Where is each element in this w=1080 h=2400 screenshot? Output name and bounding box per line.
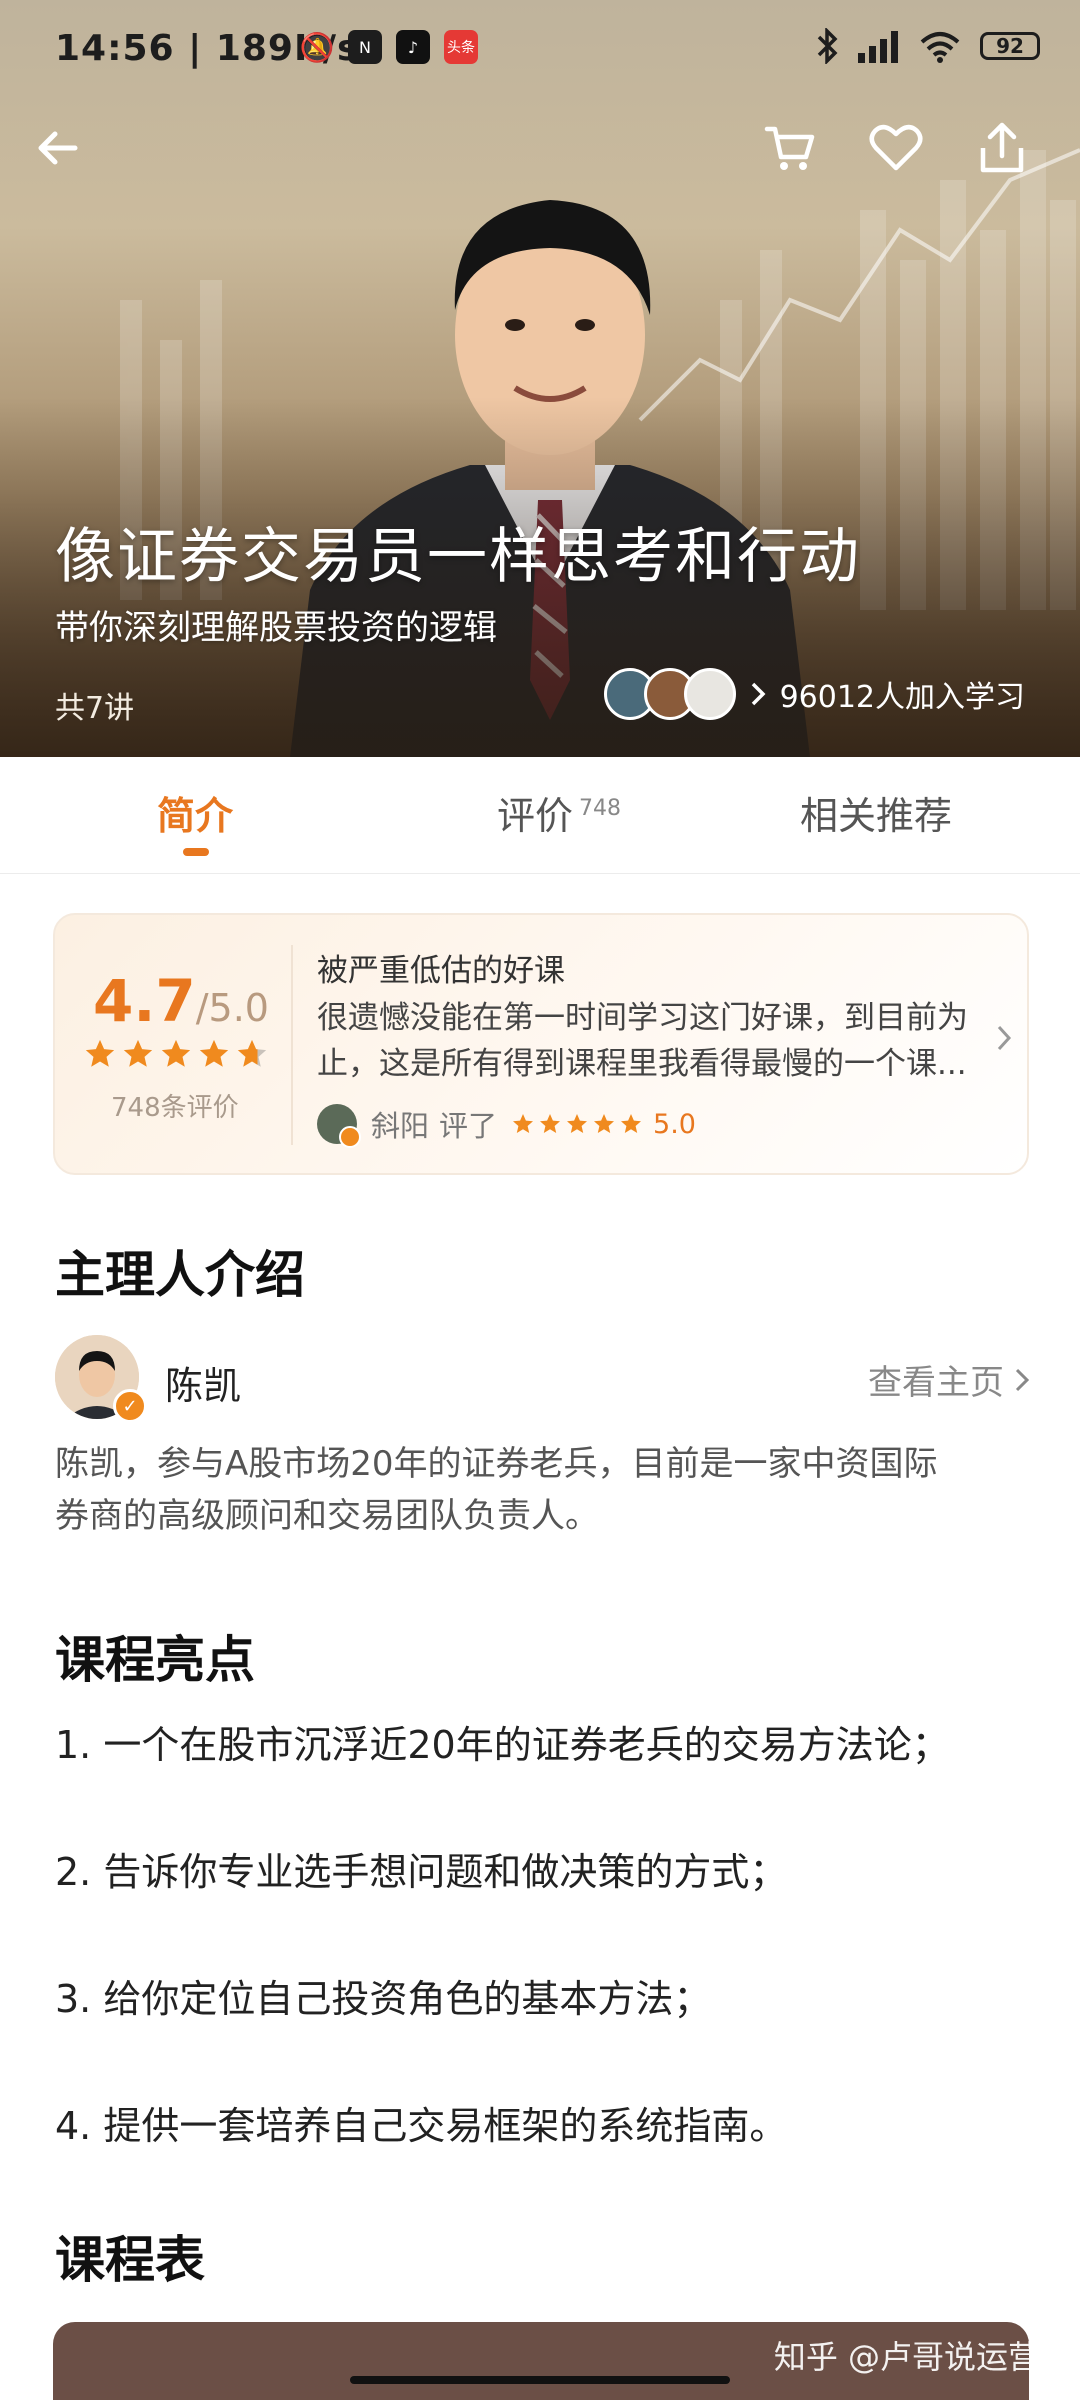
status-bar: 14:56 | 189K/s 🔕 N ♪ 头条 92 — [0, 0, 1080, 100]
highlight-item: 3. 给你定位自己投资角色的基本方法； — [55, 1977, 712, 2021]
review-text: 很遗憾没能在第一时间学习这门好课，到目前为 止，这是所有得到课程里我看得最慢的一… — [317, 995, 977, 1087]
reviewer-stars — [511, 1112, 643, 1136]
tab-reviews[interactable]: 评价 748 — [497, 785, 621, 840]
course-title: 像证券交易员一样思考和行动 — [55, 522, 861, 592]
schedule-section-title: 课程表 — [55, 2231, 205, 2289]
course-hero: 14:56 | 189K/s 🔕 N ♪ 头条 92 像证券交易员一样思考和行动… — [0, 0, 1080, 757]
review-line: 止，这是所有得到课程里我看得最慢的一个课... — [317, 1046, 967, 1082]
highlight-item: 2. 告诉你专业选手想问题和做决策的方式； — [55, 1850, 788, 1894]
highlight-item: 1. 一个在股市沉浮近20年的证券老兵的交易方法论； — [55, 1723, 950, 1767]
nfc-icon: N — [348, 30, 382, 64]
star-icon — [85, 1039, 115, 1067]
home-indicator[interactable] — [350, 2376, 730, 2384]
review-title: 被严重低估的好课 — [317, 953, 565, 989]
star-icon — [237, 1039, 267, 1067]
wifi-icon — [920, 32, 960, 63]
tab-intro[interactable]: 简介 — [157, 785, 233, 840]
host-section-title: 主理人介绍 — [55, 1246, 305, 1304]
cart-icon — [764, 126, 815, 170]
reviewer-name: 斜阳 — [371, 1109, 430, 1143]
learner-count: 96012人加入学习 — [779, 680, 1025, 715]
battery-icon: 92 — [980, 32, 1040, 60]
star-icon — [594, 1114, 615, 1133]
status-system-icons: 92 — [816, 28, 1040, 64]
cart-button[interactable] — [760, 118, 820, 178]
review-line: 很遗憾没能在第一时间学习这门好课，到目前为 — [317, 1000, 968, 1036]
star-icon — [567, 1114, 588, 1133]
learners-row[interactable]: 96012人加入学习 — [603, 668, 1025, 720]
host-intro-line: 陈凯，参与A股市场20年的证券老兵，目前是一家中资国际 — [55, 1444, 938, 1484]
learner-avatar — [683, 668, 736, 720]
reviewer-action: 评了 — [439, 1109, 498, 1143]
share-button[interactable] — [972, 118, 1032, 178]
host-name[interactable]: 陈凯 — [165, 1355, 241, 1410]
learner-avatars — [603, 668, 736, 720]
host-row: ✓ 陈凯 查看主页 — [55, 1335, 1030, 1423]
toutiao-icon: 头条 — [444, 30, 478, 64]
signal-icon — [858, 31, 898, 63]
reviewer-score: 5.0 — [653, 1108, 696, 1140]
status-notification-icons: 🔕 N ♪ 头条 — [300, 30, 478, 64]
host-intro: 陈凯，参与A股市场20年的证券老兵，目前是一家中资国际 券商的高级顾问和交易团队… — [55, 1438, 1035, 1542]
view-homepage-link[interactable]: 查看主页 — [868, 1355, 1030, 1404]
star-icon — [123, 1039, 153, 1067]
mute-icon: 🔕 — [299, 30, 335, 64]
star-icon — [199, 1039, 229, 1067]
active-tab-indicator — [183, 848, 209, 856]
rating-count: 748条评价 — [111, 1093, 239, 1123]
star-icon — [621, 1114, 642, 1133]
lecture-count: 共7讲 — [55, 691, 135, 726]
highlights-section-title: 课程亮点 — [55, 1631, 255, 1689]
bluetooth-icon — [817, 28, 838, 64]
heart-icon — [869, 124, 923, 171]
host-intro-line: 券商的高级顾问和交易团队负责人。 — [55, 1496, 599, 1536]
highlight-item: 4. 提供一套培养自己交易框架的系统指南。 — [55, 2104, 788, 2148]
rating-score: 4.7/5.0 — [93, 967, 269, 1035]
star-icon — [161, 1039, 191, 1067]
rating-stars — [83, 1037, 269, 1071]
reviewer-avatar — [317, 1104, 361, 1148]
chevron-right-icon — [751, 682, 766, 706]
course-subtitle: 带你深刻理解股票投资的逻辑 — [55, 608, 497, 648]
tab-recommend[interactable]: 相关推荐 — [800, 785, 952, 840]
tab-reviews-count: 748 — [579, 796, 622, 822]
chevron-right-icon — [997, 1025, 1012, 1051]
star-icon — [540, 1114, 561, 1133]
tiktok-icon: ♪ — [396, 30, 430, 64]
back-arrow-icon — [38, 131, 78, 165]
star-icon — [513, 1114, 534, 1133]
rating-card[interactable]: 4.7/5.0 748条评价 被严重低估的好课 很遗憾没能在第一时间学习这门好课… — [53, 913, 1029, 1175]
verified-icon — [339, 1126, 361, 1148]
reviewer-row: 斜阳 评了 5.0 — [317, 1103, 696, 1148]
verified-icon: ✓ — [113, 1389, 147, 1423]
chevron-right-icon — [1015, 1368, 1030, 1391]
share-icon — [980, 122, 1024, 173]
watermark: 知乎 @卢哥说运营 — [773, 2338, 1040, 2376]
back-button[interactable] — [28, 118, 88, 178]
favorite-button[interactable] — [866, 118, 926, 178]
tab-bar: 简介 评价 748 相关推荐 — [0, 757, 1080, 874]
rating-max: /5.0 — [195, 986, 269, 1030]
card-divider — [291, 945, 293, 1145]
